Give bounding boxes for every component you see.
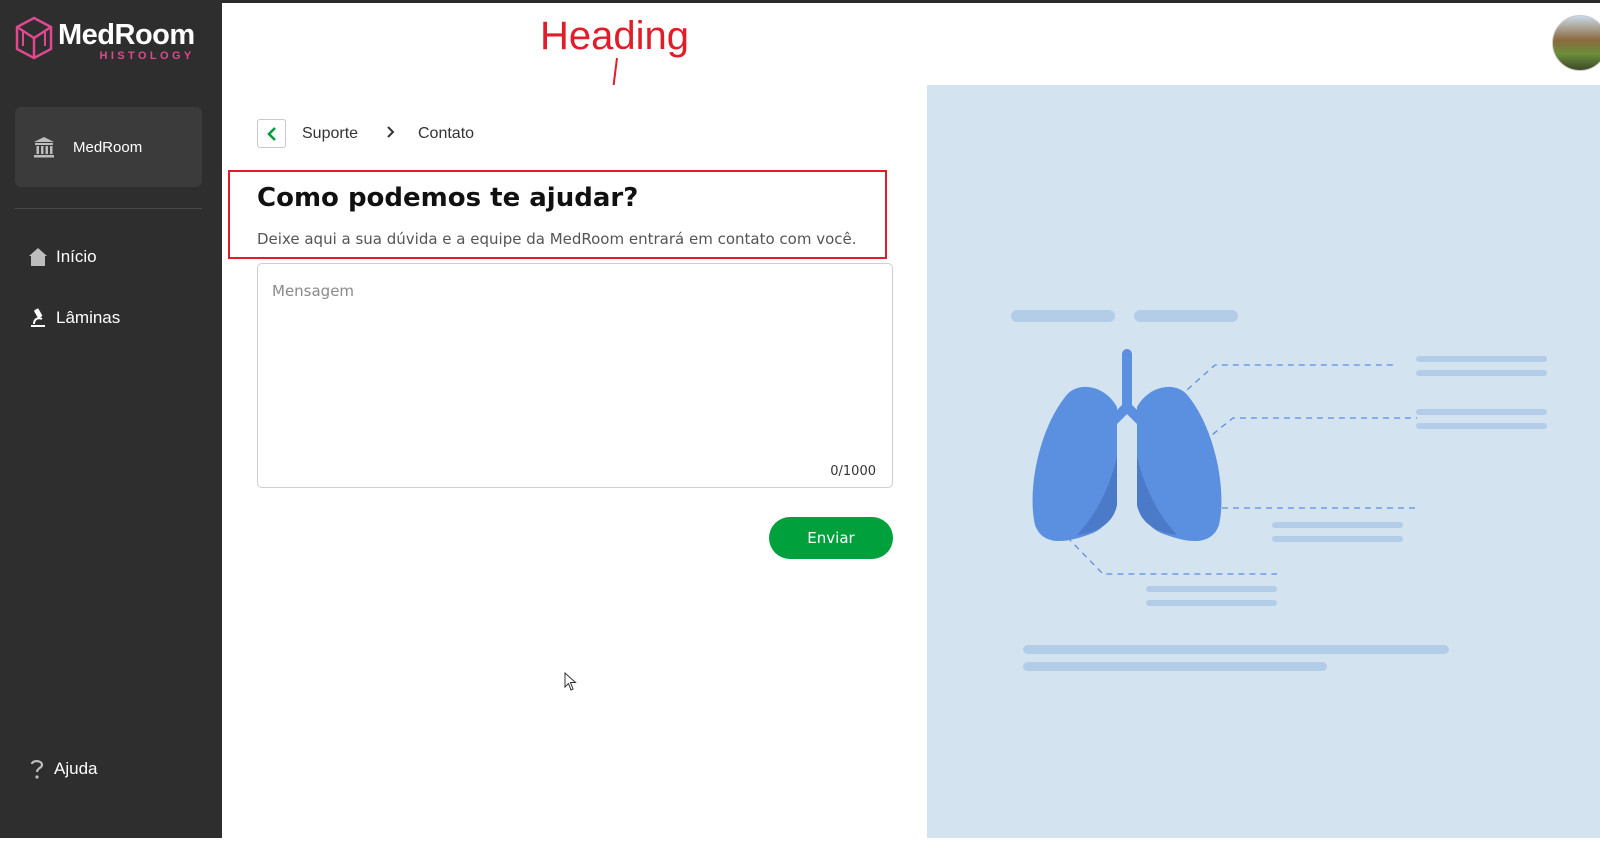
top-header	[222, 3, 1600, 85]
org-label: MedRoom	[73, 138, 143, 156]
chevron-right-icon	[387, 126, 395, 138]
sidebar-item-inicio[interactable]: Início	[28, 247, 97, 267]
sidebar-item-label: Ajuda	[54, 759, 98, 778]
mouse-cursor-icon	[564, 672, 577, 691]
sidebar-item-label: Lâminas	[56, 308, 121, 327]
brand-name: MedRoom	[58, 19, 195, 51]
breadcrumb-contato: Contato	[418, 125, 475, 142]
logo-cube-icon	[15, 16, 53, 60]
app-logo[interactable]: MedRoom HISTOLOGY	[14, 16, 195, 62]
sidebar-item-laminas[interactable]: Lâminas	[28, 308, 120, 328]
annotation-label: Heading	[540, 14, 690, 58]
page-subtitle: Deixe aqui a sua dúvida e a equipe da Me…	[257, 230, 857, 248]
send-button[interactable]: Enviar	[769, 517, 893, 559]
back-button[interactable]	[257, 119, 286, 148]
message-placeholder: Mensagem	[272, 282, 355, 300]
breadcrumb-suporte[interactable]: Suporte	[302, 125, 358, 143]
org-selector[interactable]: MedRoom	[15, 107, 202, 187]
sidebar-divider	[15, 208, 202, 209]
home-icon	[29, 248, 47, 266]
sidebar-item-ajuda[interactable]: Ajuda	[28, 758, 97, 780]
brand-subtitle: HISTOLOGY	[99, 50, 195, 62]
illustration-panel	[927, 85, 1600, 838]
microscope-icon	[31, 308, 45, 327]
chevron-left-icon	[266, 126, 276, 141]
lungs-illustration	[1011, 310, 1547, 671]
user-avatar[interactable]	[1552, 15, 1600, 71]
sidebar-item-label: Início	[56, 247, 97, 266]
bank-icon	[34, 137, 54, 158]
char-counter: 0/1000	[830, 464, 876, 479]
sidebar: MedRoom HISTOLOGY MedRoom Início Lâminas	[0, 0, 222, 838]
message-input[interactable]: Mensagem 0/1000	[257, 263, 893, 488]
question-icon	[30, 760, 44, 779]
page-title: Como podemos te ajudar?	[257, 183, 639, 213]
